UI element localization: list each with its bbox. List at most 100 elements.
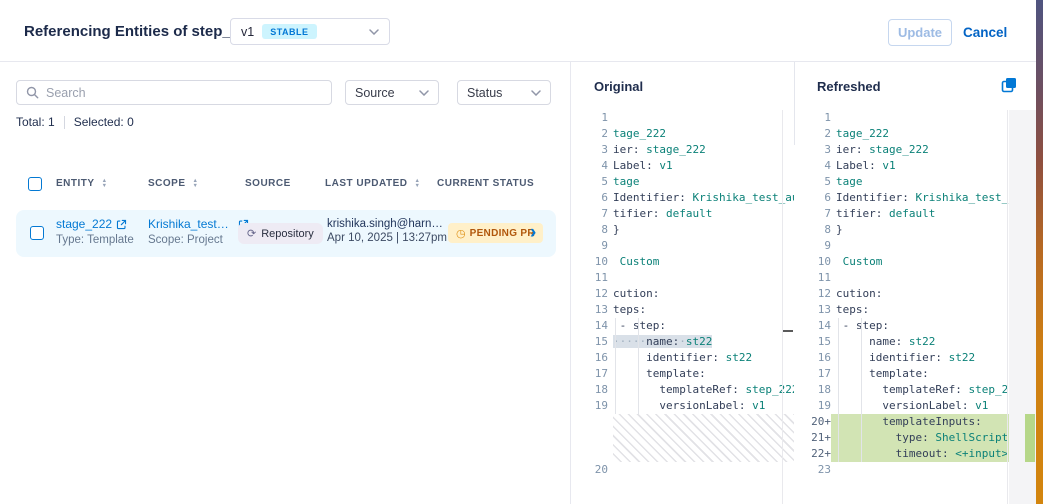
status-filter-dropdown[interactable]: Status: [457, 80, 551, 105]
code-line: 4Label: v1: [584, 158, 794, 174]
line-number: 10: [584, 254, 608, 270]
line-number: 14: [807, 318, 831, 334]
last-updated-cell: krishika.singh@harnes... Apr 10, 2025 | …: [327, 218, 447, 244]
code-line: 10 Custom: [807, 254, 1015, 270]
line-number: 20+: [807, 414, 831, 430]
code-line: 11: [584, 270, 794, 286]
code-line: 6Identifier: Krishika_test_aut: [807, 190, 1015, 206]
column-header-entity[interactable]: ENTITY▲▼: [56, 178, 108, 189]
search-icon: [26, 86, 39, 99]
line-number: 11: [807, 270, 831, 286]
line-number: 19: [584, 398, 608, 414]
line-number: 18: [584, 382, 608, 398]
row-expand-chevron[interactable]: ›: [530, 220, 536, 246]
sort-icon[interactable]: ▲▼: [102, 179, 108, 188]
referencing-entities-drawer: Referencing Entities of step_222 v1 STAB…: [0, 0, 1043, 504]
line-number: 7: [584, 206, 608, 222]
line-number: 21+: [807, 430, 831, 446]
scope-cell: Krishika_test_au... Scope: Project: [148, 217, 250, 246]
line-number: 2: [807, 126, 831, 142]
line-number: 15: [807, 334, 831, 350]
line-number: 23: [807, 462, 831, 478]
table-row[interactable]: stage_222 Type: Template Krishika_test_a…: [16, 210, 556, 257]
line-number: 9: [807, 238, 831, 254]
line-number: 3: [584, 142, 608, 158]
entity-link[interactable]: stage_222: [56, 217, 134, 231]
select-all-checkbox[interactable]: [28, 177, 42, 191]
line-number: 8: [807, 222, 831, 238]
line-number: 5: [584, 174, 608, 190]
line-number: 14: [584, 318, 608, 334]
line-number: 13: [584, 302, 608, 318]
line-number: 16: [584, 350, 608, 366]
line-number: 7: [807, 206, 831, 222]
line-number: 8: [584, 222, 608, 238]
diff-panel: Original Refreshed 12tage_2223ier: stage…: [570, 62, 1036, 504]
code-line: 6Identifier: Krishika_test_aut: [584, 190, 794, 206]
chevron-down-icon: [419, 90, 429, 96]
code-line: 8}: [584, 222, 794, 238]
drawer-header: Referencing Entities of step_222 v1 STAB…: [0, 0, 1043, 62]
repository-icon: ⟳: [247, 227, 256, 240]
line-number: 5: [807, 174, 831, 190]
code-line: 9: [807, 238, 1015, 254]
background-gradient-strip: [1036, 0, 1043, 504]
code-line: 11: [807, 270, 1015, 286]
pane-divider: [794, 62, 795, 145]
row-checkbox[interactable]: [30, 226, 44, 240]
line-number: 10: [807, 254, 831, 270]
line-number: 1: [807, 110, 831, 126]
line-number: 6: [584, 190, 608, 206]
column-header-scope[interactable]: SCOPE▲▼: [148, 178, 198, 189]
sort-icon[interactable]: ▲▼: [414, 179, 420, 188]
column-header-current-status: CURRENT STATUS: [437, 178, 534, 189]
line-number: 20: [584, 462, 608, 478]
cancel-button[interactable]: Cancel: [963, 19, 1007, 46]
version-dropdown[interactable]: v1 STABLE: [230, 18, 390, 45]
search-input[interactable]: [46, 86, 331, 100]
selection-summary: Total: 1 Selected: 0: [16, 115, 134, 129]
scope-link[interactable]: Krishika_test_au...: [148, 217, 250, 231]
indent-guide: [861, 318, 862, 462]
source-filter-dropdown[interactable]: Source: [345, 80, 439, 105]
column-header-last-updated[interactable]: LAST UPDATED▲▼: [325, 178, 420, 189]
indent-guide: [615, 318, 616, 414]
code-line: 5tage: [807, 174, 1015, 190]
line-number: 13: [807, 302, 831, 318]
code-line: 2tage_222: [584, 126, 794, 142]
code-line: 3ier: stage_222: [584, 142, 794, 158]
code-line: 12cution:: [807, 286, 1015, 302]
source-chip-label: Repository: [261, 228, 314, 240]
code-line: 8}: [807, 222, 1015, 238]
chevron-down-icon: [531, 90, 541, 96]
code-line: 12cution:: [584, 286, 794, 302]
original-editor[interactable]: 12tage_2223ier: stage_2224Label: v15tage…: [584, 110, 794, 504]
code-line: 5tage: [584, 174, 794, 190]
update-button[interactable]: Update: [888, 19, 952, 46]
line-number: 19: [807, 398, 831, 414]
sort-icon[interactable]: ▲▼: [193, 179, 199, 188]
page-title: Referencing Entities of step_222: [24, 23, 256, 40]
search-box[interactable]: [16, 80, 332, 105]
external-link-icon[interactable]: [116, 219, 127, 230]
line-number: 17: [807, 366, 831, 382]
total-count: Total: 1: [16, 115, 55, 129]
line-number: 3: [807, 142, 831, 158]
code-line: 10 Custom: [584, 254, 794, 270]
line-number: 12: [584, 286, 608, 302]
selection-highlight: ·····name:·st22: [613, 335, 712, 348]
code-line: 4Label: v1: [807, 158, 1015, 174]
cursor-position-marker: [783, 330, 793, 332]
line-number: 2: [584, 126, 608, 142]
status-badge: ◷ PENDING PR: [448, 223, 543, 243]
line-number: 12: [807, 286, 831, 302]
code-line: 20: [584, 462, 794, 478]
source-filter-label: Source: [355, 86, 395, 100]
line-number: 6: [807, 190, 831, 206]
copy-icon[interactable]: [1001, 76, 1019, 94]
added-lines-marker: [1025, 414, 1035, 462]
line-number: 4: [807, 158, 831, 174]
refreshed-pane-title: Refreshed: [817, 79, 881, 94]
original-overview-ruler: [782, 110, 783, 504]
refreshed-overview-ruler: [1007, 110, 1008, 504]
